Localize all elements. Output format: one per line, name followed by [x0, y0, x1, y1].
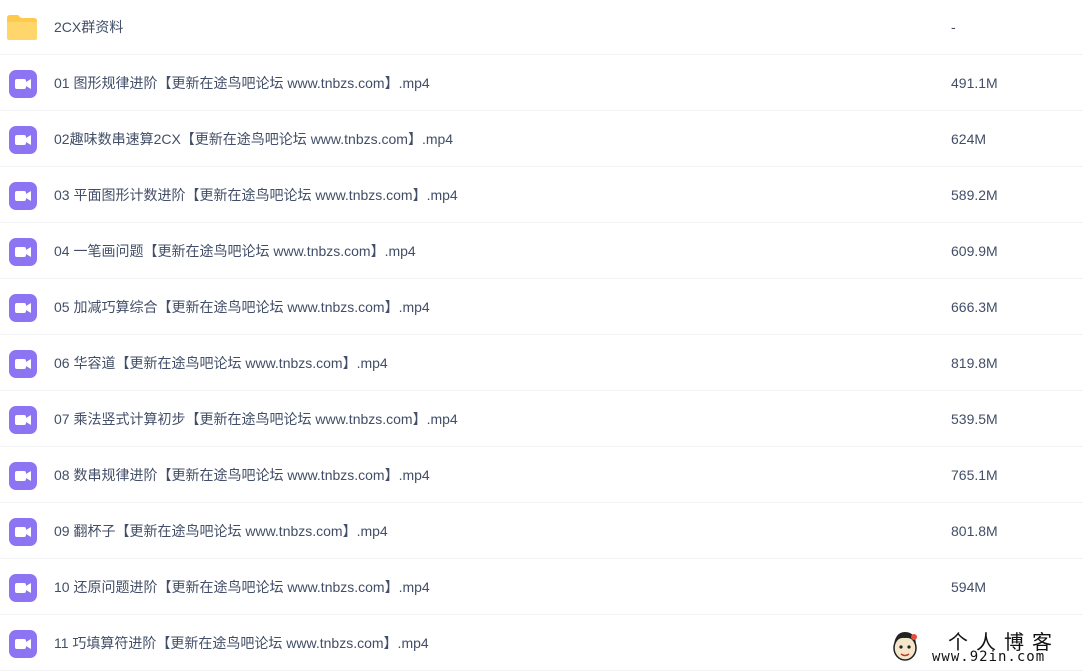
file-row-5[interactable]: 04 一笔画问题【更新在途鸟吧论坛 www.tnbzs.com】.mp4 609…	[0, 223, 1083, 279]
folder-icon	[6, 12, 37, 42]
video-file-icon	[8, 349, 38, 379]
file-size: 589.2M	[951, 186, 998, 203]
video-file-icon	[8, 461, 38, 491]
file-size: 491.1M	[951, 74, 998, 91]
file-name[interactable]: 11 巧填算符进阶【更新在途鸟吧论坛 www.tnbzs.com】.mp4	[54, 615, 429, 670]
file-size: 539.5M	[951, 410, 998, 427]
file-name[interactable]: 09 翻杯子【更新在途鸟吧论坛 www.tnbzs.com】.mp4	[54, 503, 388, 558]
file-name[interactable]: 01 图形规律进阶【更新在途鸟吧论坛 www.tnbzs.com】.mp4	[54, 55, 430, 110]
video-file-icon	[8, 517, 38, 547]
video-file-icon	[8, 237, 38, 267]
video-file-icon	[8, 293, 38, 323]
file-size: 609.9M	[951, 242, 998, 259]
video-file-icon	[8, 181, 38, 211]
file-size: 801.8M	[951, 522, 998, 539]
file-name[interactable]: 05 加减巧算综合【更新在途鸟吧论坛 www.tnbzs.com】.mp4	[54, 279, 430, 334]
file-name[interactable]: 03 平面图形计数进阶【更新在途鸟吧论坛 www.tnbzs.com】.mp4	[54, 167, 458, 222]
file-size: 624M	[951, 130, 987, 147]
file-size: -	[951, 19, 956, 35]
file-row-6[interactable]: 05 加减巧算综合【更新在途鸟吧论坛 www.tnbzs.com】.mp4 66…	[0, 279, 1083, 335]
file-row-4[interactable]: 03 平面图形计数进阶【更新在途鸟吧论坛 www.tnbzs.com】.mp4 …	[0, 167, 1083, 223]
cartoon-avatar-logo	[893, 632, 917, 661]
file-row-9[interactable]: 08 数串规律进阶【更新在途鸟吧论坛 www.tnbzs.com】.mp4 76…	[0, 447, 1083, 503]
video-file-icon	[8, 629, 38, 659]
file-name[interactable]: 10 还原问题进阶【更新在途鸟吧论坛 www.tnbzs.com】.mp4	[54, 559, 430, 614]
file-row-2[interactable]: 01 图形规律进阶【更新在途鸟吧论坛 www.tnbzs.com】.mp4 49…	[0, 55, 1083, 111]
file-row-11[interactable]: 10 还原问题进阶【更新在途鸟吧论坛 www.tnbzs.com】.mp4 59…	[0, 559, 1083, 615]
file-name[interactable]: 08 数串规律进阶【更新在途鸟吧论坛 www.tnbzs.com】.mp4	[54, 447, 430, 502]
file-size: 666.3M	[951, 298, 998, 315]
file-name[interactable]: 2CX群资料	[54, 0, 123, 54]
video-file-icon	[8, 405, 38, 435]
file-size: 819.8M	[951, 354, 998, 371]
file-row-8[interactable]: 07 乘法竖式计算初步【更新在途鸟吧论坛 www.tnbzs.com】.mp4 …	[0, 391, 1083, 447]
watermark-url: www.92in.com	[932, 649, 1046, 665]
file-row-10[interactable]: 09 翻杯子【更新在途鸟吧论坛 www.tnbzs.com】.mp4 801.8…	[0, 503, 1083, 559]
file-name[interactable]: 02趣味数串速算2CX【更新在途鸟吧论坛 www.tnbzs.com】.mp4	[54, 111, 453, 166]
video-file-icon	[8, 125, 38, 155]
file-row-1[interactable]: 2CX群资料 -	[0, 0, 1083, 55]
file-name[interactable]: 04 一笔画问题【更新在途鸟吧论坛 www.tnbzs.com】.mp4	[54, 223, 416, 278]
blog-watermark: 个人博客 www.92in.com	[888, 626, 1078, 668]
file-name[interactable]: 06 华容道【更新在途鸟吧论坛 www.tnbzs.com】.mp4	[54, 335, 388, 390]
file-list: 2CX群资料 - 01 图形规律进阶【更新在途鸟吧论坛 www.tnbzs.co…	[0, 0, 1083, 671]
file-row-7[interactable]: 06 华容道【更新在途鸟吧论坛 www.tnbzs.com】.mp4 819.8…	[0, 335, 1083, 391]
file-name[interactable]: 07 乘法竖式计算初步【更新在途鸟吧论坛 www.tnbzs.com】.mp4	[54, 391, 458, 446]
file-row-3[interactable]: 02趣味数串速算2CX【更新在途鸟吧论坛 www.tnbzs.com】.mp4 …	[0, 111, 1083, 167]
video-file-icon	[8, 69, 38, 99]
video-file-icon	[8, 573, 38, 603]
file-size: 594M	[951, 578, 987, 595]
file-size: 765.1M	[951, 466, 998, 483]
